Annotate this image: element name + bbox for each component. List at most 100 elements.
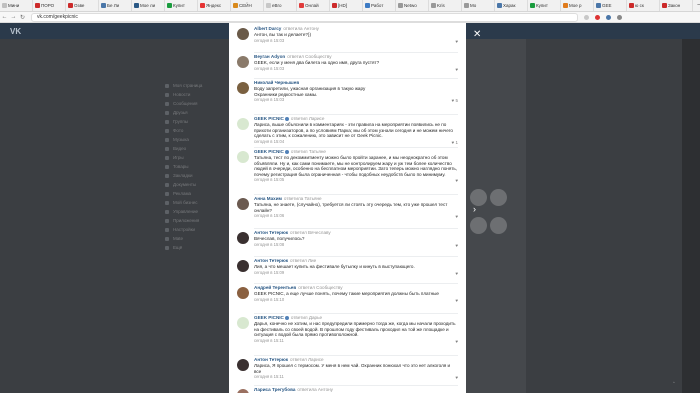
reply-to[interactable]: ответила Татьяне <box>284 196 322 201</box>
comment-author[interactable]: Антон Тетерюк <box>254 230 288 235</box>
like-button[interactable]: ♥ <box>455 214 458 219</box>
comment-time[interactable]: сегодня в 15:03 <box>254 97 458 103</box>
scroll-to-top-icon[interactable]: ⌃ <box>672 381 676 387</box>
reply-to[interactable]: ответил Сообществу <box>298 285 342 290</box>
browser-tab[interactable]: Мини <box>0 0 33 11</box>
comment-time[interactable]: сегодня в 15:03 <box>254 38 458 44</box>
browser-tab[interactable]: Бе Ли <box>99 0 132 11</box>
comment-author[interactable]: Андрей Терентьев <box>254 285 296 290</box>
comment-author[interactable]: Анна Махим <box>254 196 282 201</box>
avatar[interactable] <box>237 260 249 272</box>
comment-author[interactable]: Bеуган Adyon <box>254 54 285 59</box>
like-button[interactable]: ♥ <box>455 375 458 380</box>
sidebar-item[interactable]: Видео <box>165 144 235 153</box>
sidebar-item[interactable]: Музыка <box>165 135 235 144</box>
avatar[interactable] <box>237 389 249 393</box>
comment-time[interactable]: сегодня в 15:09 <box>254 270 458 276</box>
like-button[interactable]: ♥ 1 <box>452 140 458 145</box>
like-button[interactable]: ♥ <box>455 39 458 44</box>
like-button[interactable]: ♥ <box>455 178 458 183</box>
vk-logo[interactable]: VK <box>10 27 21 36</box>
comment-author[interactable]: Albert Darcy <box>254 26 281 31</box>
comment-author[interactable]: Николай Чернышев <box>254 80 299 85</box>
browser-tab[interactable]: Kris <box>429 0 462 11</box>
browser-tab[interactable]: Работ <box>363 0 396 11</box>
comment-author[interactable]: GEEK PICNIC <box>254 116 284 121</box>
like-button[interactable]: ♥ <box>455 298 458 303</box>
reload-icon[interactable]: ↻ <box>18 14 27 21</box>
comment-time[interactable]: сегодня в 15:08 <box>254 242 458 248</box>
extension-icon[interactable] <box>606 14 611 20</box>
avatar[interactable] <box>237 359 249 371</box>
comment-author[interactable]: GEEK PICNIC <box>254 149 284 154</box>
browser-tab[interactable]: Мое ли <box>132 0 165 11</box>
reply-to[interactable]: ответил Сообществу <box>287 54 331 59</box>
sidebar-item[interactable]: Ещё <box>165 243 235 252</box>
browser-tab[interactable]: Харак <box>495 0 528 11</box>
like-button[interactable]: ♥ <box>455 339 458 344</box>
sidebar-item[interactable]: Реклама <box>165 189 235 198</box>
comment-time[interactable]: сегодня в 15:06 <box>254 213 458 219</box>
sidebar-item[interactable]: Группы <box>165 117 235 126</box>
sidebar-item[interactable]: Приложения <box>165 216 235 225</box>
reply-to[interactable]: ответил Дарье <box>291 315 322 320</box>
extension-icon[interactable] <box>595 14 600 20</box>
browser-tab[interactable]: GEE <box>594 0 627 11</box>
comment-author[interactable]: Лариса Трегубова <box>254 387 295 392</box>
sidebar-item[interactable]: Управление <box>165 207 235 216</box>
reply-to[interactable]: ответил Татьяне <box>291 149 326 154</box>
comment-time[interactable]: сегодня в 15:03 <box>254 66 458 72</box>
reply-to[interactable]: ответил Ларисе <box>290 357 324 362</box>
browser-tab[interactable]: Озве <box>66 0 99 11</box>
like-button[interactable]: ♥ <box>455 271 458 276</box>
sidebar-item[interactable]: Друзья <box>165 108 235 117</box>
browser-tab[interactable]: Netwo <box>396 0 429 11</box>
comment-author[interactable]: Антон Тетерюк <box>254 357 288 362</box>
browser-tab[interactable]: Купит <box>528 0 561 11</box>
avatar[interactable] <box>237 28 249 40</box>
sidebar-item[interactable]: Закладки <box>165 171 235 180</box>
browser-tab[interactable]: ПОРО <box>33 0 66 11</box>
browser-tab[interactable]: Мо <box>462 0 495 11</box>
sidebar-item[interactable]: Моя страница <box>165 81 235 90</box>
browser-tab[interactable]: Онлай <box>297 0 330 11</box>
reply-to[interactable]: ответил Вячеславу <box>290 230 331 235</box>
avatar[interactable] <box>237 232 249 244</box>
menu-icon[interactable] <box>617 14 622 20</box>
community-avatar[interactable] <box>237 151 249 163</box>
sidebar-item[interactable]: Сообщения <box>165 99 235 108</box>
back-icon[interactable]: ← <box>0 14 9 20</box>
avatar[interactable] <box>237 198 249 210</box>
comment-time[interactable]: сегодня в 15:05 <box>254 177 458 183</box>
avatar[interactable] <box>237 287 249 299</box>
like-button[interactable]: ♥ 5 <box>452 98 458 103</box>
sidebar-item[interactable]: Фото <box>165 126 235 135</box>
sidebar-item[interactable]: Mate <box>165 234 235 243</box>
browser-tab[interactable]: ю ск <box>627 0 660 11</box>
extension-icon[interactable] <box>584 14 589 20</box>
comment-time[interactable]: сегодня в 15:11 <box>254 338 458 344</box>
sidebar-item[interactable]: Товары <box>165 162 235 171</box>
like-button[interactable]: ♥ <box>455 67 458 72</box>
reply-to[interactable]: ответил Ларисе <box>291 116 325 121</box>
avatar[interactable] <box>237 82 249 94</box>
like-button[interactable]: ♥ <box>455 243 458 248</box>
close-icon[interactable]: ✕ <box>473 30 481 40</box>
minimize-icon[interactable]: – <box>693 2 700 9</box>
chevron-right-icon[interactable]: › <box>473 204 476 214</box>
reply-to[interactable]: ответила Антону <box>283 26 319 31</box>
comment-time[interactable]: сегодня в 15:11 <box>254 374 458 380</box>
sidebar-item[interactable]: Игры <box>165 153 235 162</box>
sidebar-item[interactable]: Новости <box>165 90 235 99</box>
comment-time[interactable]: сегодня в 15:04 <box>254 139 458 145</box>
comment-author[interactable]: Антон Тетерюк <box>254 258 288 263</box>
browser-tab[interactable]: eBro <box>264 0 297 11</box>
forward-icon[interactable]: → <box>9 14 18 20</box>
community-avatar[interactable] <box>237 118 249 130</box>
sidebar-item[interactable]: Мой бизнес <box>165 198 235 207</box>
comment-time[interactable]: сегодня в 15:10 <box>254 297 458 303</box>
reply-to[interactable]: ответил Лие <box>290 258 316 263</box>
browser-tab[interactable]: Закон <box>660 0 693 11</box>
browser-tab[interactable]: СЕЙН <box>231 0 264 11</box>
browser-tab[interactable]: Мое р <box>561 0 594 11</box>
